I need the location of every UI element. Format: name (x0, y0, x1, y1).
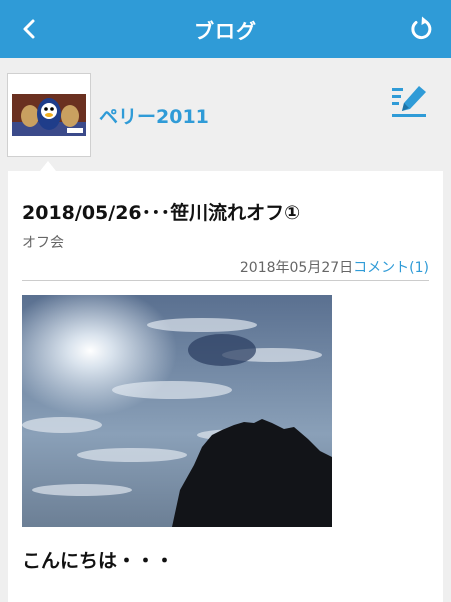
post-meta: 2018年05月27日コメント(1) (240, 257, 429, 277)
comment-link[interactable]: コメント(1) (353, 260, 429, 276)
write-post-icon[interactable] (389, 82, 429, 122)
speech-pointer (40, 161, 56, 171)
top-navigation-bar: ブログ (0, 0, 451, 58)
divider (22, 280, 429, 281)
post-category[interactable]: オフ会 (22, 232, 64, 252)
post-date: 2018年05月27日 (239, 260, 354, 276)
avatar-image (12, 94, 86, 136)
reload-icon[interactable] (405, 13, 437, 45)
blog-profile-header: ペリー2011 (0, 58, 451, 171)
page-title: ブログ (194, 19, 257, 43)
post-title: 2018/05/26･･･笹川流れオフ① (22, 202, 301, 224)
blog-name-link[interactable]: ペリー2011 (99, 102, 209, 129)
post-photo[interactable] (22, 295, 332, 527)
blog-avatar[interactable] (7, 73, 91, 157)
post-body-greeting: こんにちは・・・ (22, 550, 175, 572)
blog-post-card: 2018/05/26･･･笹川流れオフ① オフ会 2018年05月27日コメント… (8, 171, 443, 602)
